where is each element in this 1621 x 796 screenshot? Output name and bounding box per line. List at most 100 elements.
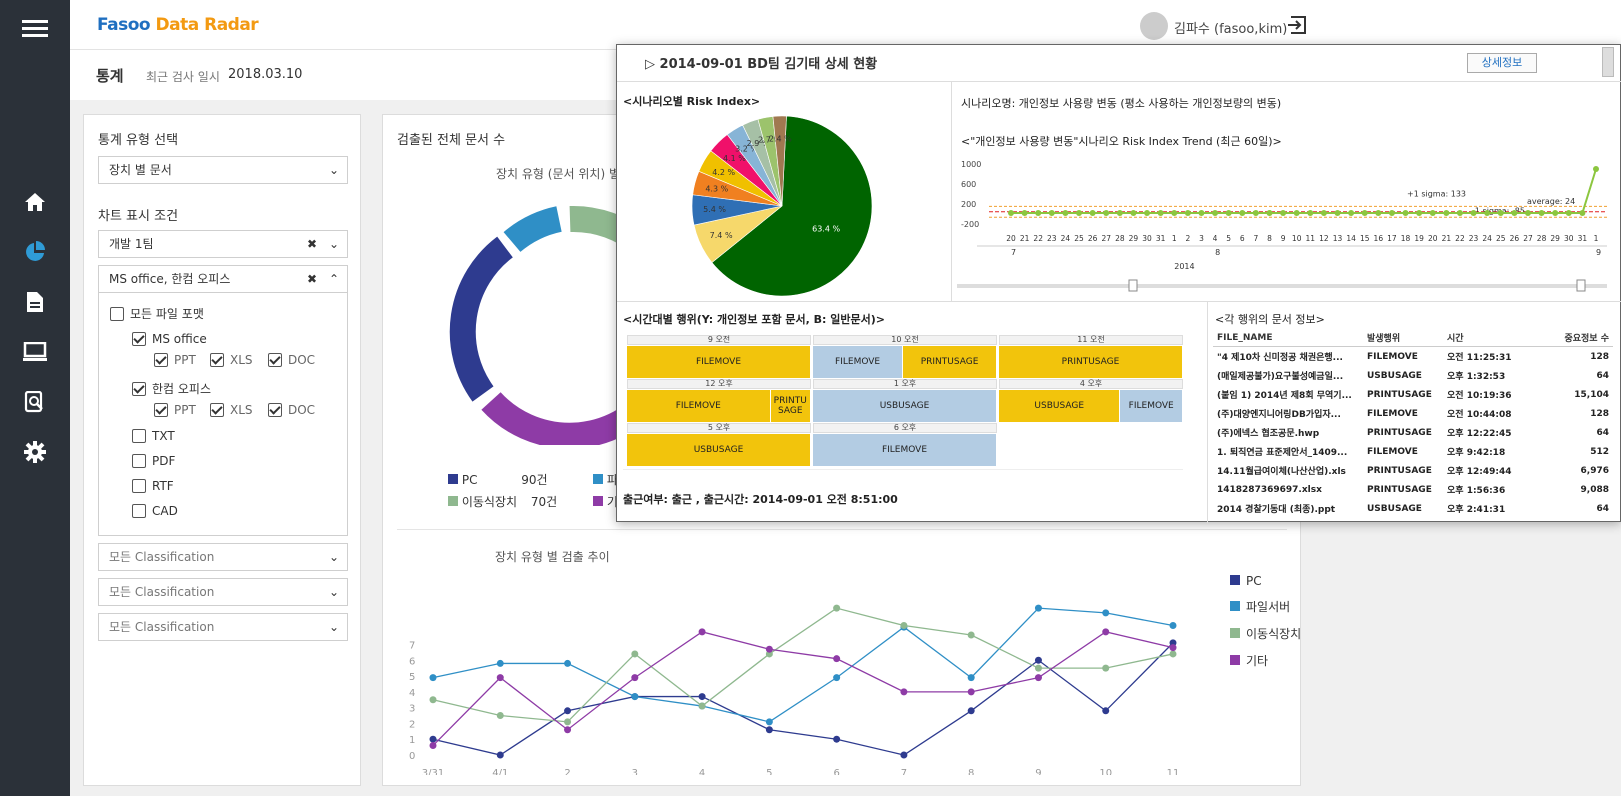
risk-point[interactable] [1497,210,1504,216]
ms-office-option[interactable]: MS office [132,331,207,346]
data-point[interactable] [496,751,504,759]
data-point[interactable] [967,707,975,715]
all-formats-option[interactable]: 모든 파일 포맷 [110,305,204,322]
risk-point[interactable] [1089,210,1096,216]
table-row[interactable]: 14.11월급여이체(나산산업).xls PRINTUSAGE 오후 12:49:4… [1213,461,1613,480]
cad-option[interactable]: CAD [132,503,178,518]
data-point[interactable] [496,674,504,682]
classification-select[interactable]: 모든 Classification ⌄ [98,543,348,571]
checkbox[interactable] [210,352,224,367]
ms-xls-option[interactable]: XLS [210,352,253,367]
data-point[interactable] [900,688,908,696]
app-logo[interactable]: Fasoo Data Radar [97,15,259,35]
risk-point[interactable] [1456,210,1463,216]
home-icon[interactable] [0,182,70,222]
data-point[interactable] [900,622,908,630]
risk-point[interactable] [1048,210,1055,216]
risk-point[interactable] [1388,210,1395,216]
pdf-option[interactable]: PDF [132,453,175,468]
activity-cell[interactable]: USBUSAGE [813,390,996,422]
donut-slice-fileserver[interactable] [503,206,563,253]
data-point[interactable] [1034,674,1042,682]
table-row[interactable]: (주)에넥스 협조공문.hwp PRINTUSAGE 오후 12:22:45 64 [1213,423,1613,442]
risk-point[interactable] [1579,210,1586,216]
data-point[interactable] [1102,628,1110,636]
data-point[interactable] [1169,650,1177,658]
risk-point[interactable] [1239,210,1246,216]
risk-point[interactable] [1225,210,1232,216]
checkbox[interactable] [132,428,146,443]
table-row[interactable]: (주)대양엔지니어링DB가입자... FILEMOVE 오전 10:44:08 128 [1213,404,1613,423]
data-point[interactable] [967,631,975,639]
data-point[interactable] [564,718,572,726]
risk-point[interactable] [1484,210,1491,216]
activity-cell[interactable]: FILEMOVE [1120,390,1182,422]
clear-icon[interactable]: ✖ [307,231,317,257]
column-header[interactable]: 시간 [1443,329,1538,347]
table-row[interactable]: (매일제공불가)요구불성예금일... USBUSAGE 오후 1:32:53 64 [1213,366,1613,385]
risk-point[interactable] [1212,210,1219,216]
checkbox[interactable] [132,503,146,518]
legend-item[interactable]: 이동식장치 [1230,625,1301,642]
donut-slice-pc[interactable] [449,236,514,402]
user-name[interactable]: 김파수 (fasoo,kim) [1174,18,1287,37]
risk-point[interactable] [1184,210,1191,216]
activity-cell[interactable]: PRINTU SAGE [770,390,810,422]
data-point[interactable] [429,674,437,682]
risk-point[interactable] [1157,210,1164,216]
data-point[interactable] [1102,707,1110,715]
data-point[interactable] [967,688,975,696]
data-point[interactable] [1169,644,1177,652]
risk-point[interactable] [1293,210,1300,216]
checkbox[interactable] [154,352,168,367]
hancom-doc-option[interactable]: DOC [268,402,315,417]
activity-cell[interactable]: FILEMOVE [627,390,770,422]
risk-point[interactable] [1035,210,1042,216]
risk-point[interactable] [1524,210,1531,216]
range-slider-handle[interactable] [1128,279,1138,292]
risk-point[interactable] [1593,166,1599,172]
risk-point[interactable] [1198,210,1205,216]
table-row[interactable]: (붙임 1) 2014년 제8회 무역기... PRINTUSAGE 오전 10:1… [1213,385,1613,404]
data-point[interactable] [496,659,504,667]
risk-point[interactable] [1062,210,1069,216]
detail-button[interactable]: 상세정보 [1467,53,1537,73]
risk-point[interactable] [1538,210,1545,216]
risk-point[interactable] [1103,210,1110,216]
risk-point[interactable] [1008,210,1014,216]
table-row[interactable]: 1. 퇴직연금 표준제안서_1409... FILEMOVE 오후 9:42:18 5… [1213,442,1613,461]
data-point[interactable] [1102,609,1110,617]
checkbox[interactable] [132,478,146,493]
data-point[interactable] [833,604,841,612]
menu-icon[interactable] [0,8,70,48]
risk-point[interactable] [1252,210,1259,216]
team-select[interactable]: 개발 1팀 ✖ ⌄ [98,230,348,258]
rtf-option[interactable]: RTF [132,478,174,493]
legend-item[interactable]: 기타 [1230,652,1301,669]
legend-item[interactable]: 파일서버 [1230,598,1301,615]
data-point[interactable] [765,726,773,734]
data-point[interactable] [833,655,841,663]
type-select[interactable]: 장치 별 문서 ⌄ [98,156,348,184]
risk-point[interactable] [1280,210,1287,216]
activity-cell[interactable]: PRINTUSAGE [903,346,996,378]
settings-gear-icon[interactable] [0,432,70,472]
logout-icon[interactable] [1288,15,1308,38]
column-header[interactable]: 중요정보 수 [1538,329,1613,347]
activity-cell[interactable]: FILEMOVE [627,346,810,378]
scrollbar-thumb[interactable] [1602,47,1614,77]
risk-point[interactable] [1144,210,1151,216]
checkbox[interactable] [268,402,282,417]
range-slider-track[interactable] [957,284,1607,288]
table-row[interactable]: 2014년4차제품보급출력계산...FILEMOVE오전 11:26:113,7… [1213,518,1613,524]
ms-ppt-option[interactable]: PPT [154,352,196,367]
txt-option[interactable]: TXT [132,428,175,443]
hancom-ppt-option[interactable]: PPT [154,402,196,417]
risk-point[interactable] [1361,210,1368,216]
data-point[interactable] [833,735,841,743]
risk-point[interactable] [1416,210,1423,216]
data-point[interactable] [496,712,504,720]
risk-point[interactable] [1348,210,1355,216]
risk-point[interactable] [1307,210,1314,216]
risk-point[interactable] [1375,210,1382,216]
